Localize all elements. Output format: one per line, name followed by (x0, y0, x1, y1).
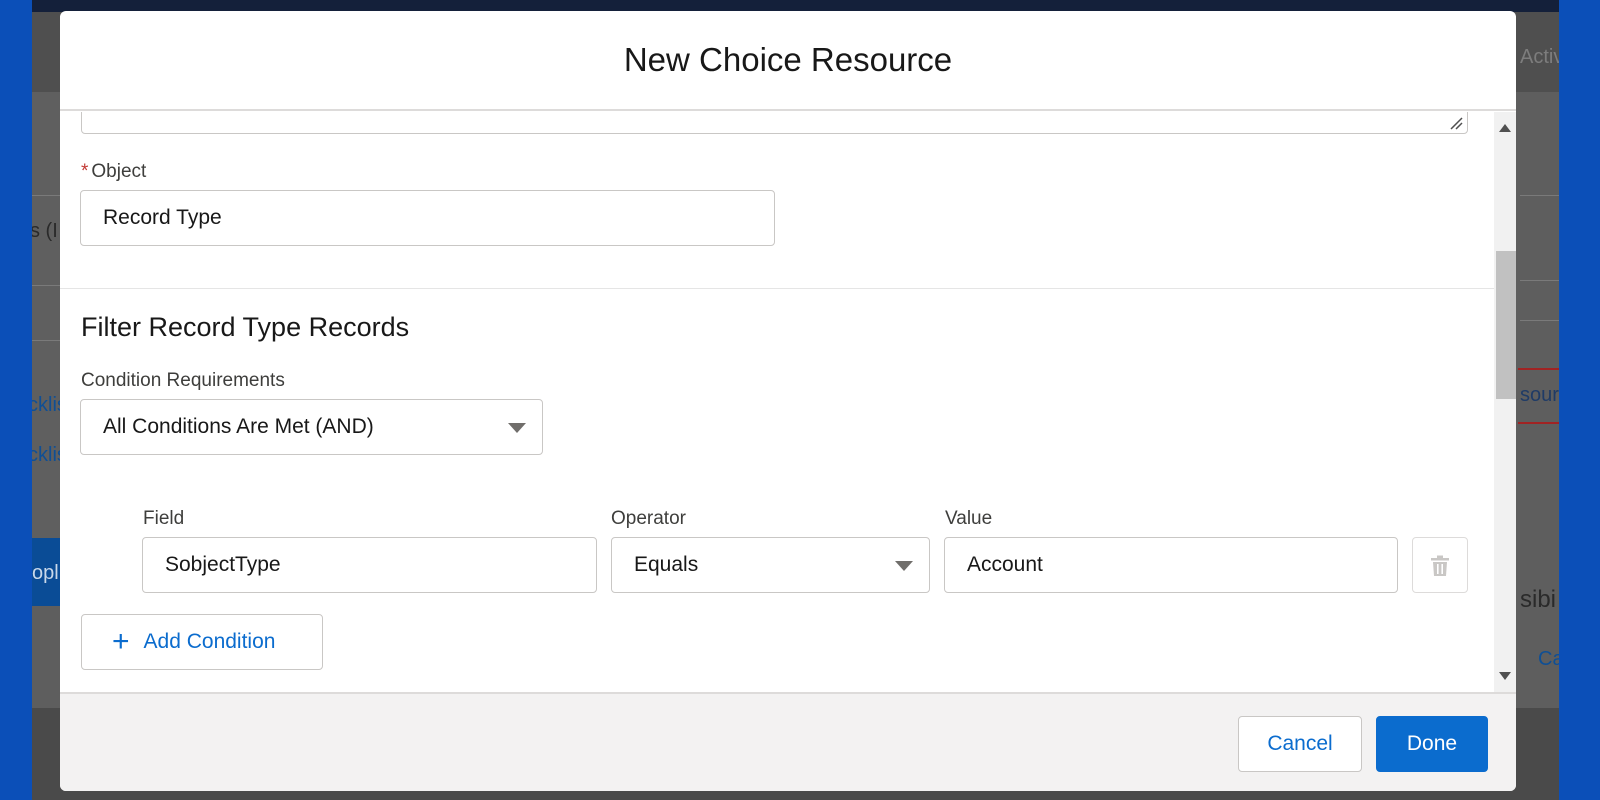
modal-scrollbar[interactable] (1494, 112, 1516, 692)
delete-condition-button[interactable] (1412, 537, 1468, 593)
modal-footer: Cancel Done (60, 692, 1516, 791)
frame-left (0, 0, 32, 800)
field-label: Field (143, 508, 185, 529)
field-input[interactable]: SobjectType (142, 537, 597, 593)
new-choice-resource-modal: New Choice Resource * Object Record Type … (60, 11, 1516, 791)
background-left-text: s (I (32, 220, 58, 242)
required-marker: * (81, 161, 89, 182)
modal-title: New Choice Resource (623, 41, 953, 78)
background-divider (1520, 280, 1559, 281)
object-input[interactable]: Record Type (80, 190, 775, 246)
add-condition-label: Add Condition (143, 630, 276, 653)
value-label: Value (945, 508, 993, 529)
modal-body: * Object Record Type Filter Record Type R… (60, 112, 1494, 692)
operator-select[interactable]: Equals (611, 537, 930, 593)
cancel-button[interactable]: Cancel (1238, 716, 1362, 772)
scrollbar-thumb[interactable] (1496, 251, 1516, 399)
background-activity-text: Activ (1520, 46, 1559, 68)
add-condition-button[interactable]: + Add Condition (81, 614, 323, 670)
frame-right (1559, 0, 1600, 800)
done-button[interactable]: Done (1376, 716, 1488, 772)
background-visibility-text: sibi (1520, 586, 1557, 613)
plus-icon: + (112, 625, 130, 658)
condition-requirements-value: All Conditions Are Met (AND) (103, 415, 374, 438)
filter-section-title: Filter Record Type Records (81, 312, 410, 342)
background-cancel-link: Ca (1538, 648, 1559, 670)
resize-handle-icon[interactable] (1449, 116, 1463, 130)
description-textarea[interactable] (81, 112, 1468, 134)
background-divider (1520, 320, 1559, 321)
scroll-up-icon[interactable] (1499, 124, 1511, 132)
value-input[interactable]: Account (944, 537, 1398, 593)
condition-requirements-label: Condition Requirements (81, 370, 285, 391)
chevron-down-icon (508, 423, 526, 433)
modal-header: New Choice Resource (60, 11, 1516, 111)
background-divider (1520, 195, 1559, 196)
scroll-down-icon[interactable] (1499, 672, 1511, 680)
operator-value: Equals (634, 553, 699, 576)
condition-requirements-select[interactable]: All Conditions Are Met (AND) (80, 399, 543, 455)
section-divider (60, 288, 1494, 289)
background-resource-box: sourc (1518, 368, 1559, 424)
chevron-down-icon (895, 561, 913, 571)
operator-label: Operator (611, 508, 686, 529)
object-field-label: * Object (81, 161, 147, 182)
trash-icon (1431, 555, 1449, 576)
